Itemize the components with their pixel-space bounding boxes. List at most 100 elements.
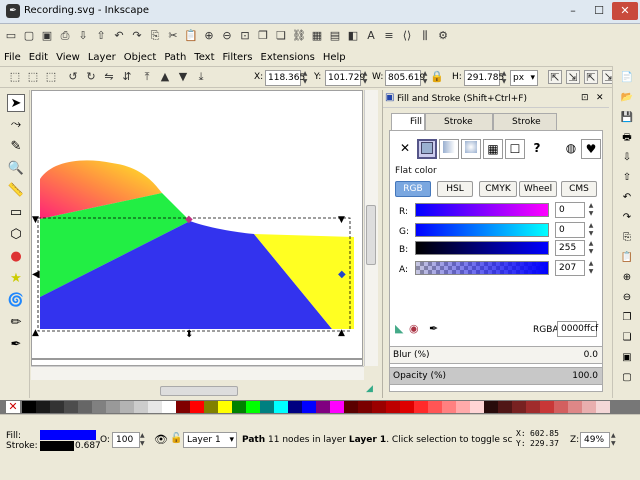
h-field[interactable]: 291.785 <box>464 70 504 86</box>
copy-icon[interactable]: ⎘ <box>148 29 162 43</box>
palette-swatch[interactable] <box>274 401 288 413</box>
undo-icon[interactable]: ↶ <box>619 190 635 206</box>
print-icon[interactable]: ⎙ <box>58 29 72 43</box>
linear-gradient-icon[interactable] <box>439 139 459 159</box>
export-icon[interactable]: ⇧ <box>94 29 108 43</box>
palette-swatch[interactable] <box>246 401 260 413</box>
opacity-spinner[interactable]: ▲ ▼ <box>140 432 148 448</box>
ungroup-icon[interactable]: ▢ <box>619 370 635 386</box>
zoom-out-icon[interactable]: ⊖ <box>220 29 234 43</box>
star-tool-icon[interactable]: ★ <box>7 270 25 288</box>
save-icon[interactable]: ▣ <box>40 29 54 43</box>
opacity-slider[interactable]: Opacity (%) 100.0 <box>389 367 603 385</box>
g-field[interactable]: 0 <box>555 222 585 238</box>
fill-indicator[interactable] <box>40 430 96 440</box>
handle-left-icon[interactable]: ◀ <box>32 269 40 280</box>
b-spinner[interactable]: ▲ ▼ <box>587 240 595 256</box>
x-field[interactable]: 118.365 <box>265 70 305 86</box>
new-document-icon[interactable]: 📄 <box>619 70 635 86</box>
g-spinner[interactable]: ▲ ▼ <box>587 222 595 238</box>
tab-stroke-style[interactable]: Stroke style <box>493 113 557 143</box>
y-field[interactable]: 101.729 <box>325 70 365 86</box>
tweak-tool-icon[interactable]: ✎ <box>7 138 25 156</box>
palette-swatch[interactable] <box>358 401 372 413</box>
palette-swatch[interactable] <box>218 401 232 413</box>
redo-icon[interactable]: ↷ <box>130 29 144 43</box>
selector-tool-icon[interactable]: ➤ <box>7 94 25 112</box>
paste-icon[interactable]: 📋 <box>619 250 635 266</box>
lower-icon[interactable]: ▼ <box>176 70 190 84</box>
blur-slider[interactable]: Blur (%) 0.0 <box>389 346 603 364</box>
palette-swatch[interactable] <box>428 401 442 413</box>
zoom-in-icon[interactable]: ⊕ <box>202 29 216 43</box>
fill-rule-nonzero-icon[interactable]: ♥ <box>581 139 601 159</box>
color-palette[interactable]: ✕ <box>0 400 640 414</box>
horizontal-scrollbar[interactable] <box>31 366 364 380</box>
open-icon[interactable]: ▢ <box>22 29 36 43</box>
menu-help[interactable]: Help <box>319 49 350 67</box>
palette-swatch[interactable] <box>176 401 190 413</box>
tab-stroke-paint[interactable]: Stroke paint <box>425 113 493 143</box>
clone-icon[interactable]: ❏ <box>274 29 288 43</box>
palette-swatch[interactable] <box>22 401 36 413</box>
stroke-width-value[interactable]: 0.687 <box>75 441 101 451</box>
palette-swatch[interactable] <box>120 401 134 413</box>
r-spinner[interactable]: ▲ ▼ <box>587 202 595 218</box>
zoom-fit-icon[interactable]: ⊕ <box>619 270 635 286</box>
zoom-tool-icon[interactable]: 🔍 <box>7 160 25 178</box>
handle-bottom-icon[interactable]: ⬍ <box>185 329 193 340</box>
clone-icon[interactable]: ❏ <box>619 330 635 346</box>
save-document-icon[interactable]: 💾 <box>619 110 635 126</box>
palette-swatch[interactable] <box>36 401 50 413</box>
menu-layer[interactable]: Layer <box>84 49 120 67</box>
palette-swatch[interactable] <box>484 401 498 413</box>
palette-swatch[interactable] <box>372 401 386 413</box>
b-field[interactable]: 255 <box>555 240 585 256</box>
palette-swatch[interactable] <box>162 401 176 413</box>
menu-path[interactable]: Path <box>160 49 190 67</box>
print-icon[interactable]: 🖶 <box>619 130 635 146</box>
palette-swatch[interactable] <box>232 401 246 413</box>
palette-swatch[interactable] <box>470 401 484 413</box>
group-icon[interactable]: ▦ <box>310 29 324 43</box>
a-spinner[interactable]: ▲ ▼ <box>587 260 595 276</box>
layers-icon[interactable]: ≡ <box>382 29 396 43</box>
raise-icon[interactable]: ▲ <box>158 70 172 84</box>
open-document-icon[interactable]: 📂 <box>619 90 635 106</box>
spiral-tool-icon[interactable]: 🌀 <box>7 292 25 310</box>
xml-editor-icon[interactable]: ⟨⟩ <box>400 29 414 43</box>
palette-swatch[interactable] <box>344 401 358 413</box>
pencil-tool-icon[interactable]: ✏ <box>7 314 25 332</box>
handle-bl-icon[interactable]: ▲ <box>32 328 39 338</box>
swatch-icon[interactable]: ☐ <box>505 139 525 159</box>
mode-wheel-button[interactable]: Wheel <box>519 181 557 197</box>
palette-swatch[interactable] <box>204 401 218 413</box>
palette-swatch[interactable] <box>134 401 148 413</box>
zoom-fit-icon[interactable]: ⊡ <box>238 29 252 43</box>
ungroup-icon[interactable]: ▤ <box>328 29 342 43</box>
palette-swatch[interactable] <box>386 401 400 413</box>
r-field[interactable]: 0 <box>555 202 585 218</box>
handle-top-icon[interactable]: ◆ <box>185 214 193 225</box>
fill-stroke-icon[interactable]: ◧ <box>346 29 360 43</box>
scale-stroke-icon[interactable]: ⇱ <box>548 70 562 84</box>
ellipse-tool-icon[interactable]: ● <box>7 248 25 266</box>
y-spinner[interactable]: ▲ ▼ <box>361 70 369 86</box>
cut-icon[interactable]: ✂ <box>166 29 180 43</box>
box3d-tool-icon[interactable]: ⬡ <box>7 226 25 244</box>
duplicate-icon[interactable]: ❐ <box>619 310 635 326</box>
align-icon[interactable]: ⫼ <box>418 29 432 43</box>
zoom-field[interactable]: 49% <box>580 432 610 448</box>
flip-horizontal-icon[interactable]: ⇋ <box>102 70 116 84</box>
zoom-spinner[interactable]: ▲ ▼ <box>611 432 619 448</box>
w-spinner[interactable]: ▲ ▼ <box>421 70 429 86</box>
select-all-icon[interactable]: ⬚ <box>8 70 22 84</box>
redo-icon[interactable]: ↷ <box>619 210 635 226</box>
palette-swatch[interactable] <box>498 401 512 413</box>
measure-tool-icon[interactable]: 📏 <box>7 182 25 200</box>
palette-swatch[interactable] <box>78 401 92 413</box>
no-paint-icon[interactable]: ✕ <box>395 139 415 159</box>
node-tool-icon[interactable]: ⤳ <box>7 116 25 134</box>
menu-object[interactable]: Object <box>120 49 161 67</box>
new-icon[interactable]: ▭ <box>4 29 18 43</box>
